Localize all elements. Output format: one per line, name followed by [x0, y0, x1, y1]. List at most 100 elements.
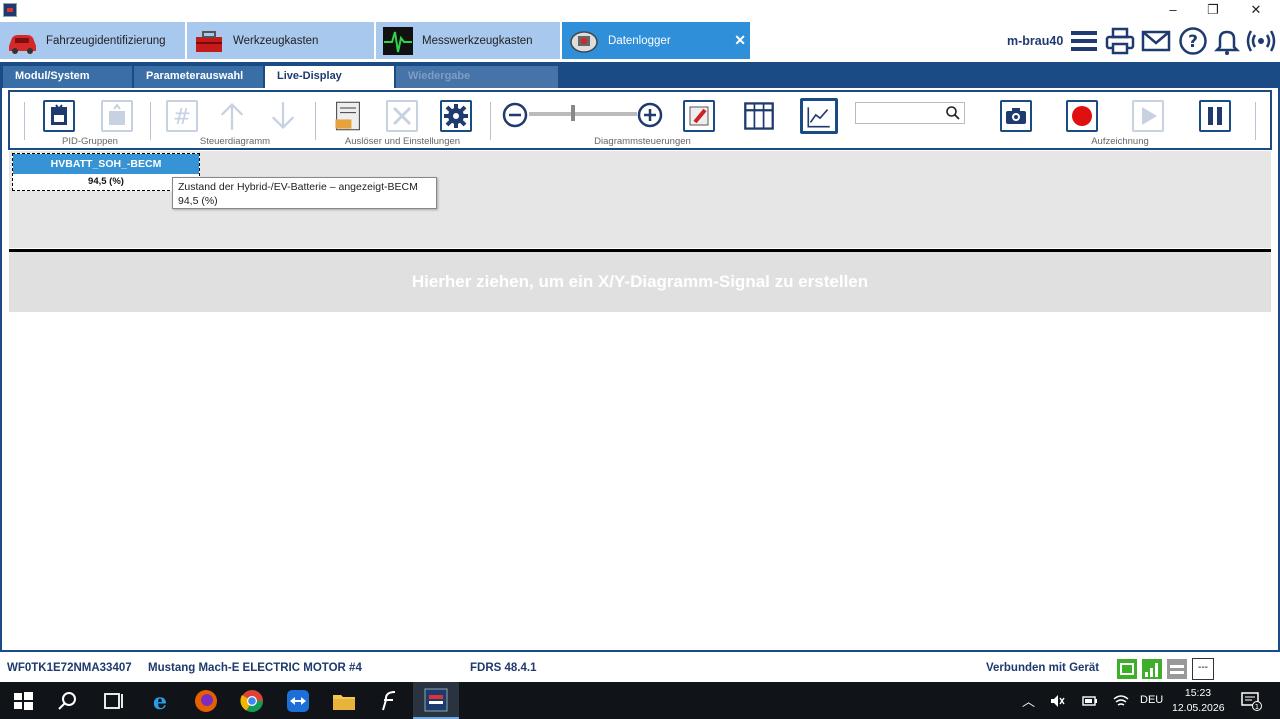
svg-text:e: e — [153, 689, 167, 714]
sub-tab-bar: Modul/System Parameterauswahl Live-Displ… — [0, 62, 1280, 88]
graph-view-button[interactable] — [800, 98, 838, 134]
record-icon — [1072, 106, 1092, 126]
table-icon — [744, 102, 774, 130]
toolbar: PID-Gruppen # Steuerdiagramm Auslöser un… — [8, 90, 1272, 150]
file-explorer-icon[interactable] — [331, 688, 357, 714]
group-label-diagramm: Diagrammsteuerungen — [594, 136, 691, 147]
gear-icon — [444, 104, 468, 128]
version-text: FDRS 48.4.1 — [470, 662, 537, 674]
toolbar-separator — [150, 102, 151, 140]
firefox-icon[interactable] — [193, 688, 219, 714]
chrome-icon[interactable] — [239, 688, 265, 714]
battery-icon[interactable] — [1082, 694, 1098, 708]
datalogger-icon — [570, 30, 598, 53]
svg-text:?: ? — [1188, 32, 1198, 52]
connection-status: Verbunden mit Gerät — [986, 662, 1100, 674]
volume-muted-icon[interactable] — [1049, 693, 1065, 709]
log-file-icon — [335, 101, 360, 131]
status-bar: WF0TK1E72NMA33407 Mustang Mach-E ELECTRI… — [0, 650, 1280, 682]
hamburger-menu-icon[interactable] — [1069, 26, 1099, 56]
bell-icon[interactable] — [1212, 26, 1242, 56]
teamviewer-icon[interactable] — [285, 688, 311, 714]
internet-explorer-icon[interactable]: e — [147, 688, 173, 714]
task-view-icon[interactable] — [100, 688, 126, 714]
oscilloscope-icon — [383, 26, 413, 55]
group-label-pid: PID-Gruppen — [62, 136, 118, 147]
camera-icon — [1006, 108, 1026, 124]
extra-status: --- — [1192, 658, 1214, 680]
tab-label: Werkzeugkasten — [233, 34, 319, 47]
wifi-icon[interactable] — [1113, 693, 1129, 709]
record-button[interactable] — [1066, 100, 1098, 132]
clear-trigger-button[interactable] — [386, 100, 418, 132]
line-graph-icon — [807, 107, 830, 128]
log-button[interactable] — [332, 100, 364, 132]
mail-icon[interactable] — [1141, 26, 1171, 56]
load-group-icon — [109, 103, 125, 125]
zoom-slider-track[interactable] — [529, 112, 637, 116]
zoom-in-icon[interactable] — [637, 102, 663, 128]
close-window-button[interactable]: ✕ — [1235, 0, 1277, 22]
group-label-aufzeichnung: Aufzeichnung — [1091, 136, 1149, 147]
search-box[interactable] — [855, 102, 965, 124]
tab-label: Datenlogger — [608, 34, 671, 47]
screenshot-button[interactable] — [1000, 100, 1032, 132]
play-icon — [1142, 107, 1157, 125]
subtab-modul-system[interactable]: Modul/System — [3, 66, 132, 88]
tab-datenlogger[interactable]: Datenlogger ✕ — [562, 22, 750, 59]
help-icon[interactable]: ? — [1178, 26, 1208, 56]
search-input[interactable] — [858, 104, 946, 122]
settings-button[interactable] — [440, 100, 472, 132]
ford-script-icon[interactable] — [377, 688, 403, 714]
signal-tooltip: Zustand der Hybrid-/EV-Batterie – angeze… — [172, 177, 437, 209]
tooltip-value: 94,5 (%) — [178, 195, 218, 207]
subtab-wiedergabe[interactable]: Wiedergabe — [396, 66, 558, 88]
table-view-button[interactable] — [743, 100, 775, 132]
wireless-signal-icon[interactable] — [1246, 26, 1276, 56]
vci-device-icon — [1117, 659, 1137, 679]
printer-icon[interactable] — [1105, 26, 1135, 56]
pid-load-button[interactable] — [101, 100, 133, 132]
subtab-live-display[interactable]: Live-Display — [265, 66, 394, 88]
windows-start-icon[interactable] — [10, 688, 36, 714]
signal-name: HVBATT_SOH_-BECM — [13, 154, 199, 174]
language-indicator[interactable]: DEU — [1140, 694, 1163, 706]
search-taskbar-icon[interactable] — [55, 688, 81, 714]
hash-icon: # — [173, 105, 191, 130]
hash-button[interactable]: # — [166, 100, 198, 132]
move-up-button[interactable] — [216, 100, 248, 132]
tab-fahrzeugidentifizierung[interactable]: Fahrzeugidentifizierung — [0, 22, 185, 59]
minimize-button[interactable]: – — [1152, 0, 1194, 22]
toolbox-icon — [196, 30, 222, 52]
clock[interactable]: 15:23 12.05.2026 — [1172, 686, 1225, 716]
edit-chart-button[interactable] — [683, 100, 715, 132]
arrow-down-icon — [271, 102, 295, 130]
zoom-slider-thumb[interactable] — [571, 105, 575, 121]
clock-time: 15:23 — [1184, 687, 1212, 699]
pause-button[interactable] — [1199, 100, 1231, 132]
xy-drop-zone[interactable]: Hierher ziehen, um ein X/Y-Diagramm-Sign… — [9, 252, 1271, 312]
play-button[interactable] — [1132, 100, 1164, 132]
search-icon[interactable] — [945, 105, 961, 121]
move-down-button[interactable] — [267, 100, 299, 132]
clock-date: 12.05.2026 — [1172, 702, 1225, 714]
notification-center-icon[interactable]: 1 — [1240, 691, 1262, 711]
app-logo-icon — [3, 3, 17, 17]
vin-text: WF0TK1E72NMA33407 — [7, 662, 132, 674]
tab-messwerkzeugkasten[interactable]: Messwerkzeugkasten — [376, 22, 560, 59]
fdrs-app-icon — [424, 688, 448, 712]
signal-strength-icon — [1142, 659, 1162, 679]
tab-werkzeugkasten[interactable]: Werkzeugkasten — [187, 22, 374, 59]
toolbar-separator — [1255, 102, 1256, 140]
maximize-button[interactable]: ❐ — [1192, 0, 1234, 22]
subtab-parameterauswahl[interactable]: Parameterauswahl — [134, 66, 263, 88]
user-name: m-brau40 — [1007, 34, 1064, 48]
title-bar: – ❐ ✕ — [0, 0, 1280, 22]
tray-chevron-icon[interactable]: ︿ — [1022, 691, 1035, 710]
group-label-ausloeser: Auslöser und Einstellungen — [344, 136, 461, 147]
fdrs-taskbar-app[interactable] — [413, 682, 459, 719]
zoom-out-icon[interactable] — [502, 102, 528, 128]
vehicle-text: Mustang Mach-E ELECTRIC MOTOR #4 — [148, 662, 362, 674]
close-tab-button[interactable]: ✕ — [734, 32, 746, 49]
pid-save-button[interactable] — [43, 100, 75, 132]
